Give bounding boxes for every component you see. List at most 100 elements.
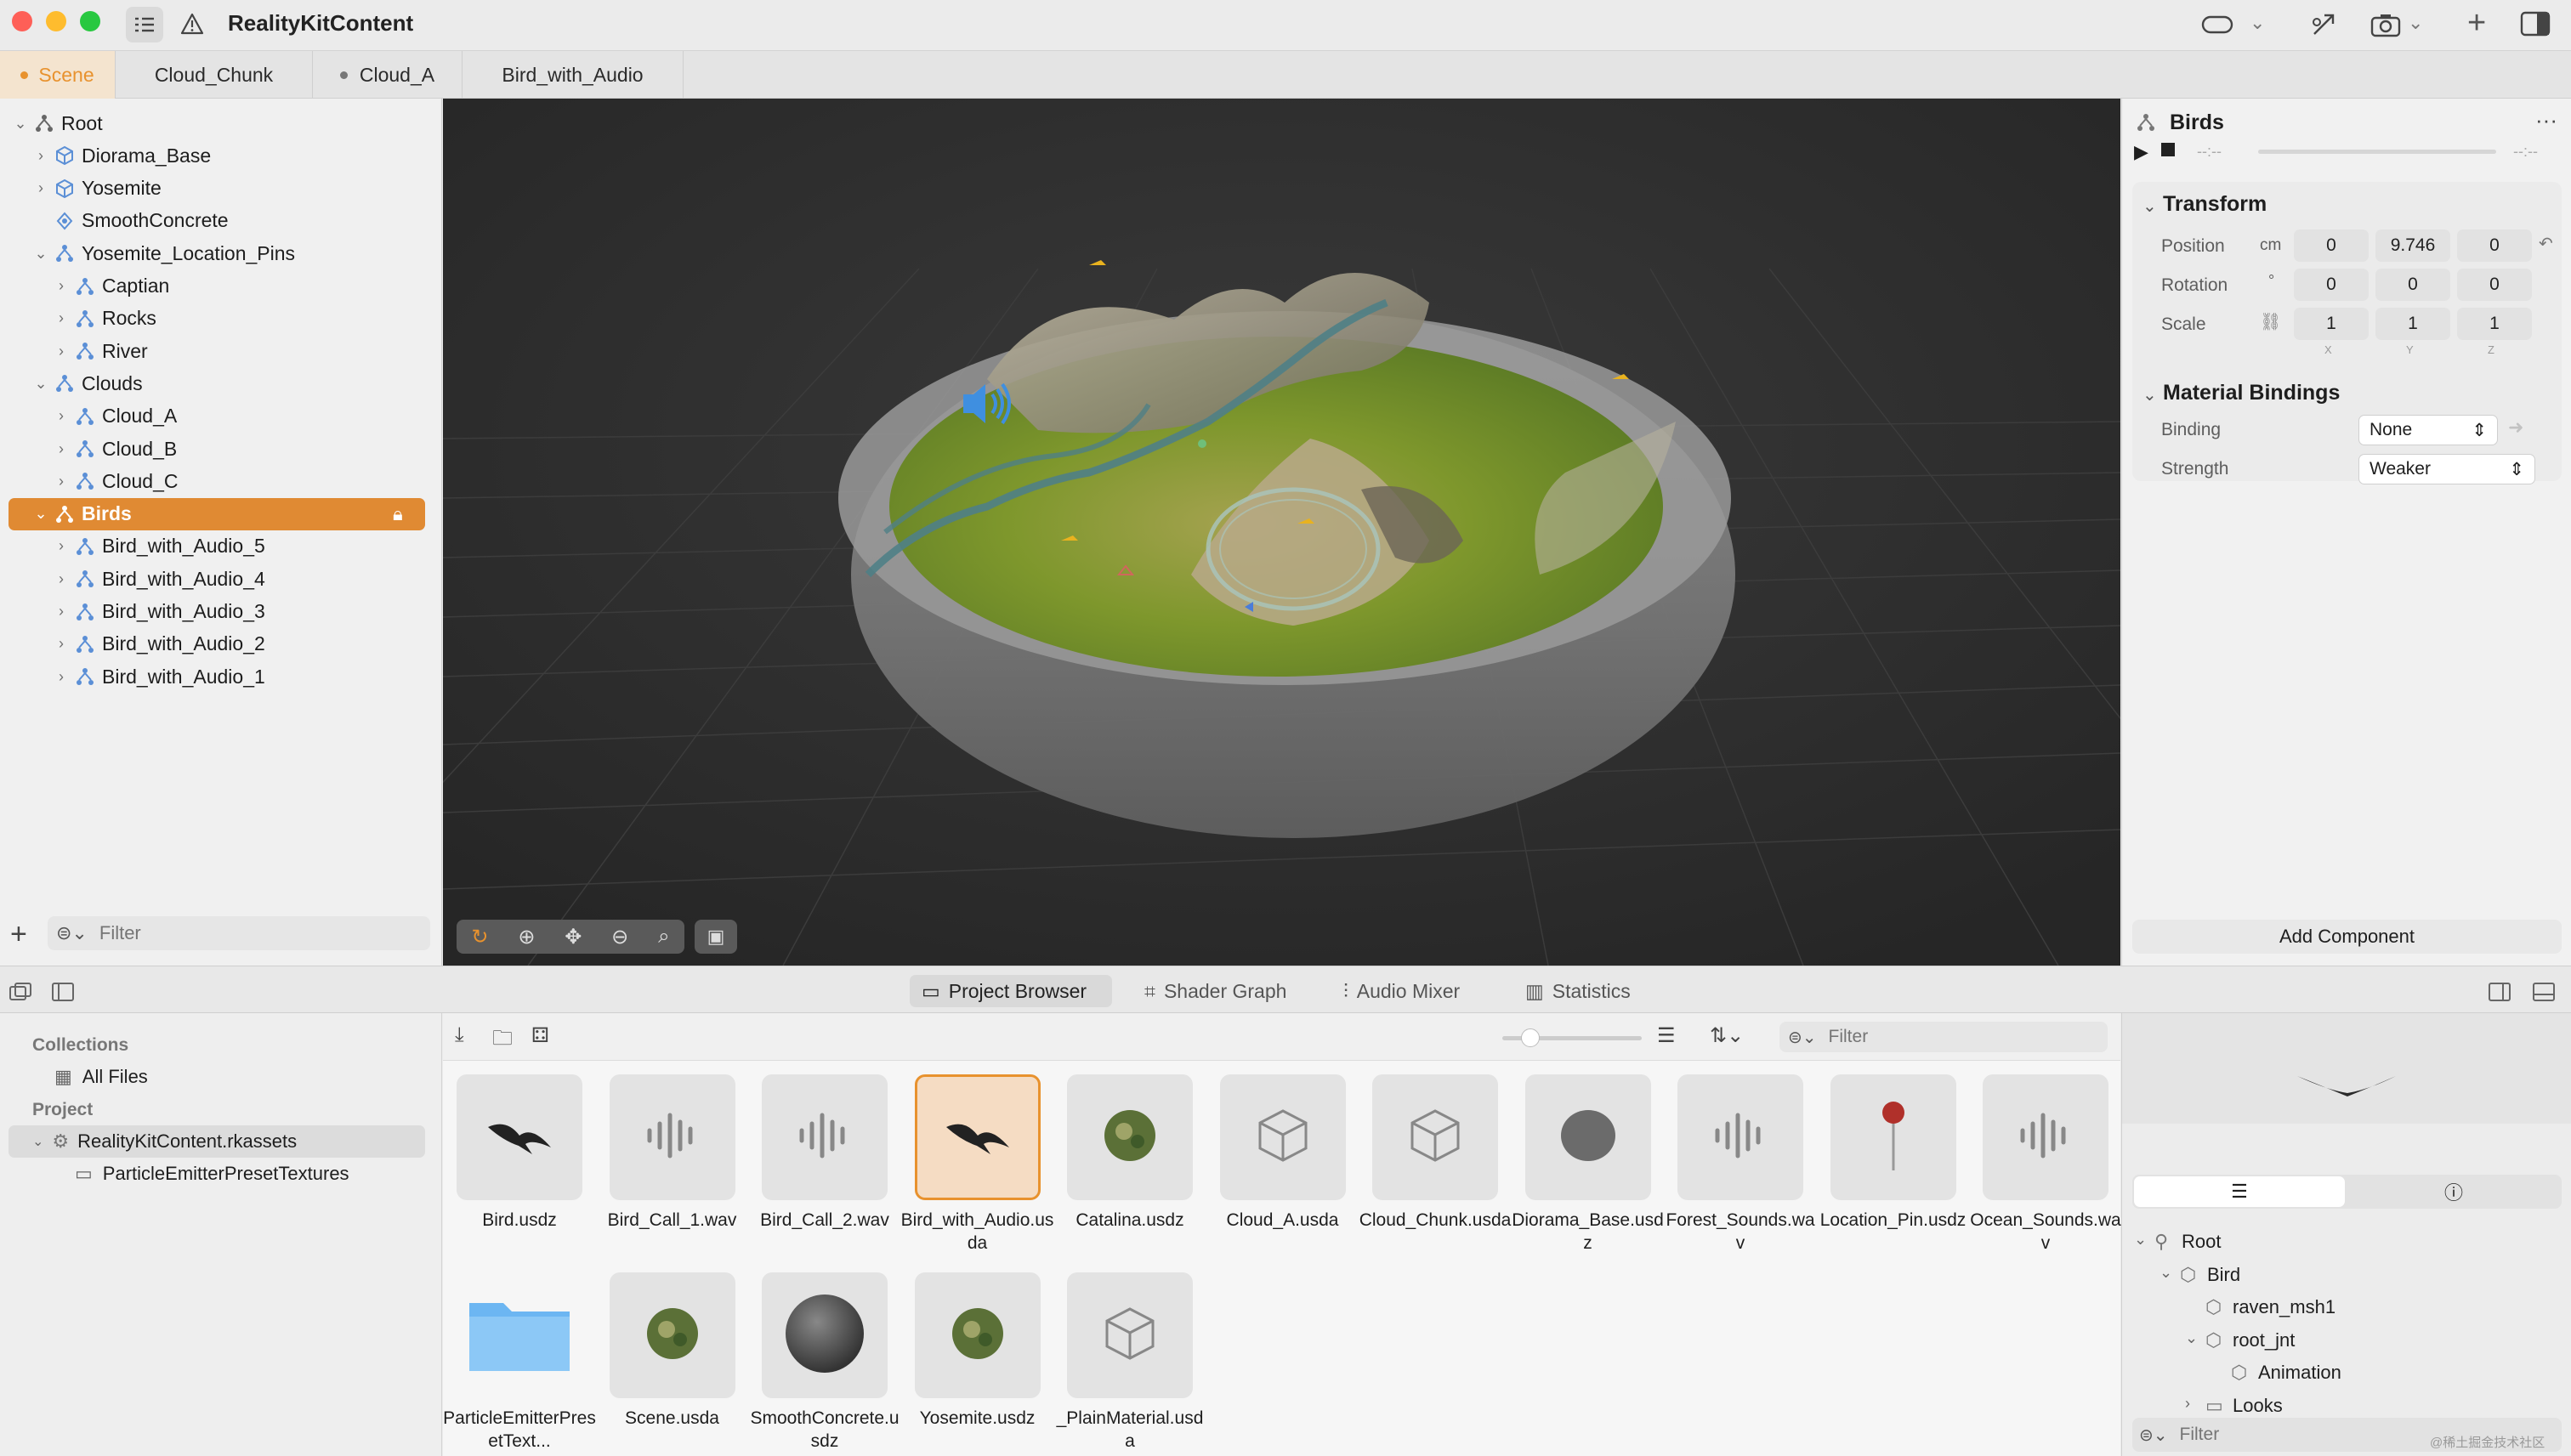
filter-options-icon[interactable]: ⊜⌄ bbox=[1788, 1027, 1817, 1048]
import-icon[interactable]: ⤓ bbox=[455, 1023, 464, 1047]
asset-tile[interactable] bbox=[457, 1074, 582, 1200]
browser-filter[interactable]: ⊜⌄ bbox=[1779, 1022, 2108, 1052]
rotation-x-field[interactable]: 0 bbox=[2294, 269, 2369, 301]
asset-tile[interactable] bbox=[914, 1272, 1041, 1398]
chevron-right-icon[interactable]: › bbox=[53, 473, 70, 490]
asset-tile[interactable] bbox=[1524, 1074, 1651, 1200]
warning-icon[interactable] bbox=[180, 12, 204, 36]
folder-item[interactable]: ▭ ParticleEmitterPresetTextures bbox=[75, 1163, 349, 1185]
asset-tile[interactable] bbox=[1067, 1074, 1193, 1200]
hierarchy-row[interactable]: › Bird_with_Audio_4 bbox=[0, 563, 442, 595]
hierarchy-row[interactable]: ⌄ Yosemite_Location_Pins bbox=[0, 237, 442, 269]
hierarchy-row[interactable]: › River bbox=[0, 335, 442, 367]
asset-tile[interactable] bbox=[762, 1074, 888, 1200]
hierarchy-row[interactable]: › Diorama_Base bbox=[0, 139, 442, 172]
chevron-down-icon[interactable]: ⌄ bbox=[2160, 1264, 2172, 1282]
timeline-slider[interactable] bbox=[2258, 150, 2496, 154]
chevron-right-icon[interactable]: › bbox=[53, 537, 70, 555]
chevron-down-icon[interactable]: ⌄ bbox=[2185, 1329, 2198, 1347]
strength-select[interactable]: Weaker ⇕ bbox=[2358, 454, 2535, 484]
asset-name[interactable]: SmoothConcrete.usdz bbox=[748, 1407, 901, 1453]
asset-name[interactable]: Ocean_Sounds.wav bbox=[1969, 1209, 2122, 1255]
chevron-down-icon[interactable]: ⌄ bbox=[2250, 12, 2265, 34]
inspector-toggle-icon[interactable] bbox=[2520, 10, 2551, 37]
hierarchy-row[interactable]: SmoothConcrete bbox=[0, 205, 442, 237]
chevron-right-icon[interactable]: › bbox=[53, 407, 70, 425]
asset-name[interactable]: Yosemite.usdz bbox=[901, 1407, 1054, 1430]
hierarchy-row[interactable]: › Bird_with_Audio_1 bbox=[0, 660, 442, 693]
chevron-right-icon[interactable]: › bbox=[53, 309, 70, 327]
hierarchy-row[interactable]: › Cloud_C bbox=[0, 465, 442, 497]
binding-select[interactable]: None ⇕ bbox=[2358, 415, 2498, 445]
chevron-down-icon[interactable]: ⌄ bbox=[2142, 195, 2157, 217]
lock-icon[interactable]: 🔒︎ bbox=[393, 503, 403, 525]
all-files-item[interactable]: ▦ All Files bbox=[54, 1066, 148, 1088]
hierarchy-mode-button[interactable]: ☰ bbox=[2134, 1176, 2345, 1207]
hierarchy-row[interactable]: › Cloud_B bbox=[0, 433, 442, 465]
chevron-right-icon[interactable]: › bbox=[32, 179, 49, 197]
hierarchy-row[interactable]: › Cloud_A bbox=[0, 400, 442, 433]
chevron-down-icon[interactable]: ⌄ bbox=[32, 375, 49, 393]
more-options-icon[interactable]: ··· bbox=[2535, 107, 2557, 133]
sidebar-icon[interactable] bbox=[51, 982, 75, 1002]
asset-tile[interactable] bbox=[1677, 1074, 1803, 1200]
tab-statistics[interactable]: ▥ Statistics bbox=[1525, 975, 1631, 1007]
new-asset-icon[interactable]: ⚃ bbox=[531, 1023, 549, 1048]
hierarchy-row[interactable]: › Bird_with_Audio_2 bbox=[0, 628, 442, 660]
add-entity-icon[interactable]: + bbox=[10, 918, 27, 951]
chevron-down-icon[interactable]: ⌄ bbox=[2142, 384, 2157, 405]
preview-filter-input[interactable] bbox=[2179, 1425, 2384, 1445]
asset-name[interactable]: Bird_Call_1.wav bbox=[596, 1209, 749, 1232]
stop-icon[interactable] bbox=[2161, 143, 2175, 156]
tab-scene[interactable]: Scene bbox=[0, 51, 116, 99]
rkassets-item[interactable]: ⌄ ⚙ RealityKitContent.rkassets bbox=[9, 1125, 425, 1158]
hierarchy-row[interactable]: › Captian bbox=[0, 270, 442, 303]
focus-tool-icon[interactable]: ⊕ bbox=[518, 925, 535, 949]
camera-mode-button[interactable]: ▣ bbox=[695, 920, 737, 954]
info-mode-button[interactable]: ⓘ bbox=[2348, 1176, 2559, 1207]
asset-name[interactable]: Bird_Call_2.wav bbox=[748, 1209, 901, 1232]
chevron-down-icon[interactable]: ⌄ bbox=[32, 245, 49, 263]
tab-shader-graph[interactable]: ⌗ Shader Graph bbox=[1144, 975, 1286, 1007]
move-tool-icon[interactable]: ✥ bbox=[565, 925, 582, 949]
position-z-field[interactable]: 0 bbox=[2457, 229, 2532, 262]
unit-label[interactable]: cm bbox=[2260, 236, 2281, 255]
sidebar-toggle-button[interactable] bbox=[126, 7, 163, 42]
asset-name[interactable]: Catalina.usdz bbox=[1053, 1209, 1206, 1232]
orbit-tool-icon[interactable]: ↻ bbox=[471, 925, 488, 949]
chevron-right-icon[interactable]: › bbox=[2185, 1395, 2190, 1413]
chevron-right-icon[interactable]: › bbox=[53, 440, 70, 458]
chevron-down-icon[interactable]: ⌄ bbox=[12, 115, 29, 133]
asset-tile[interactable] bbox=[609, 1074, 735, 1200]
tab-cloud-a[interactable]: Cloud_A bbox=[313, 51, 463, 99]
chevron-right-icon[interactable]: › bbox=[53, 668, 70, 686]
hierarchy-row[interactable]: › Yosemite bbox=[0, 173, 442, 205]
hierarchy-filter-input[interactable] bbox=[99, 922, 389, 944]
new-folder-icon[interactable]: 🗀 bbox=[492, 1023, 513, 1058]
asset-tile[interactable] bbox=[1372, 1074, 1498, 1200]
rotate-tool-icon[interactable]: ⊖ bbox=[611, 925, 628, 949]
tab-audio-mixer[interactable]: ⫶ Audio Mixer bbox=[1343, 975, 1460, 1007]
asset-tile[interactable] bbox=[609, 1272, 735, 1398]
asset-name[interactable]: Diorama_Base.usdz bbox=[1512, 1209, 1665, 1255]
hierarchy-row[interactable]: ⌄ Clouds bbox=[0, 367, 442, 399]
chevron-right-icon[interactable]: › bbox=[53, 570, 70, 588]
preview-canvas[interactable] bbox=[2122, 1013, 2571, 1124]
hierarchy-filter[interactable]: ⊜⌄ bbox=[48, 916, 430, 950]
asset-name[interactable]: Forest_Sounds.wav bbox=[1664, 1209, 1817, 1255]
chevron-down-icon[interactable]: ⌄ bbox=[32, 1133, 43, 1150]
tab-project-browser[interactable]: ▭ Project Browser bbox=[910, 975, 1112, 1007]
asset-tile[interactable] bbox=[1983, 1074, 2108, 1200]
asset-tile[interactable] bbox=[914, 1074, 1041, 1200]
share-icon[interactable] bbox=[2309, 10, 2338, 39]
rotation-y-field[interactable]: 0 bbox=[2375, 269, 2450, 301]
vision-pro-icon[interactable] bbox=[2200, 12, 2234, 37]
asset-tile[interactable] bbox=[1067, 1272, 1193, 1398]
asset-tile[interactable] bbox=[457, 1272, 582, 1398]
tab-bird-with-audio[interactable]: Bird_with_Audio bbox=[463, 51, 684, 99]
slider-knob[interactable] bbox=[1521, 1028, 1540, 1047]
close-window-button[interactable] bbox=[12, 11, 32, 31]
chevron-down-icon[interactable]: ⌄ bbox=[32, 505, 49, 523]
asset-name[interactable]: Bird.usdz bbox=[443, 1209, 596, 1232]
windows-icon[interactable] bbox=[9, 982, 32, 1002]
